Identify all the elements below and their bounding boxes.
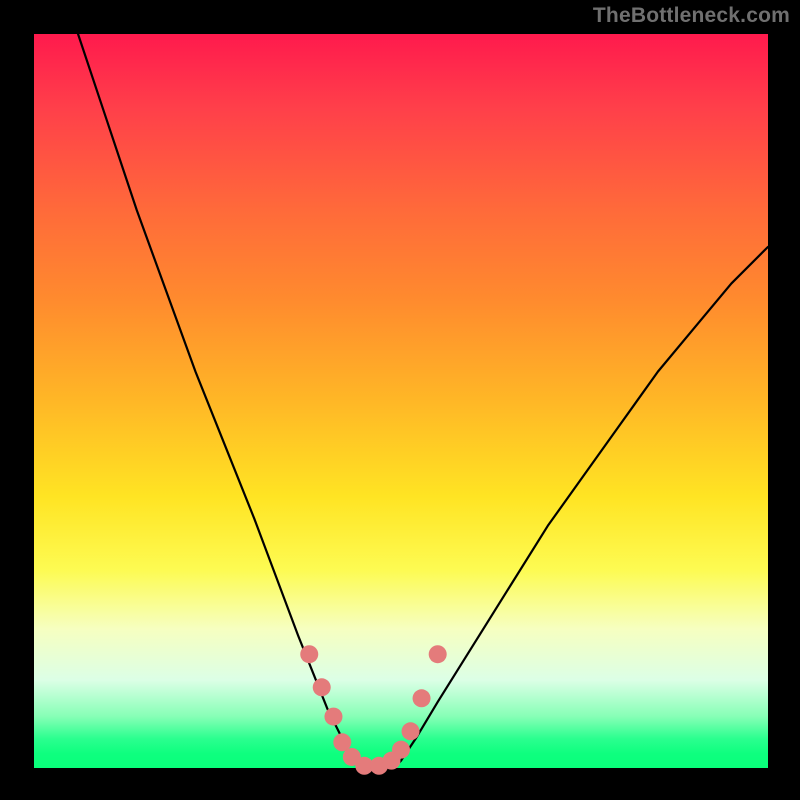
highlight-dot	[324, 708, 342, 726]
highlight-dot	[300, 645, 318, 663]
highlight-dot	[429, 645, 447, 663]
highlight-dot	[402, 722, 420, 740]
highlight-dot	[392, 741, 410, 759]
highlight-dot	[413, 689, 431, 707]
chart-frame: TheBottleneck.com	[0, 0, 800, 800]
bottleneck-curve	[78, 34, 768, 768]
highlight-dots	[300, 645, 446, 775]
watermark-text: TheBottleneck.com	[593, 4, 790, 28]
plot-area	[34, 34, 768, 768]
highlight-dot	[313, 678, 331, 696]
chart-svg	[34, 34, 768, 768]
